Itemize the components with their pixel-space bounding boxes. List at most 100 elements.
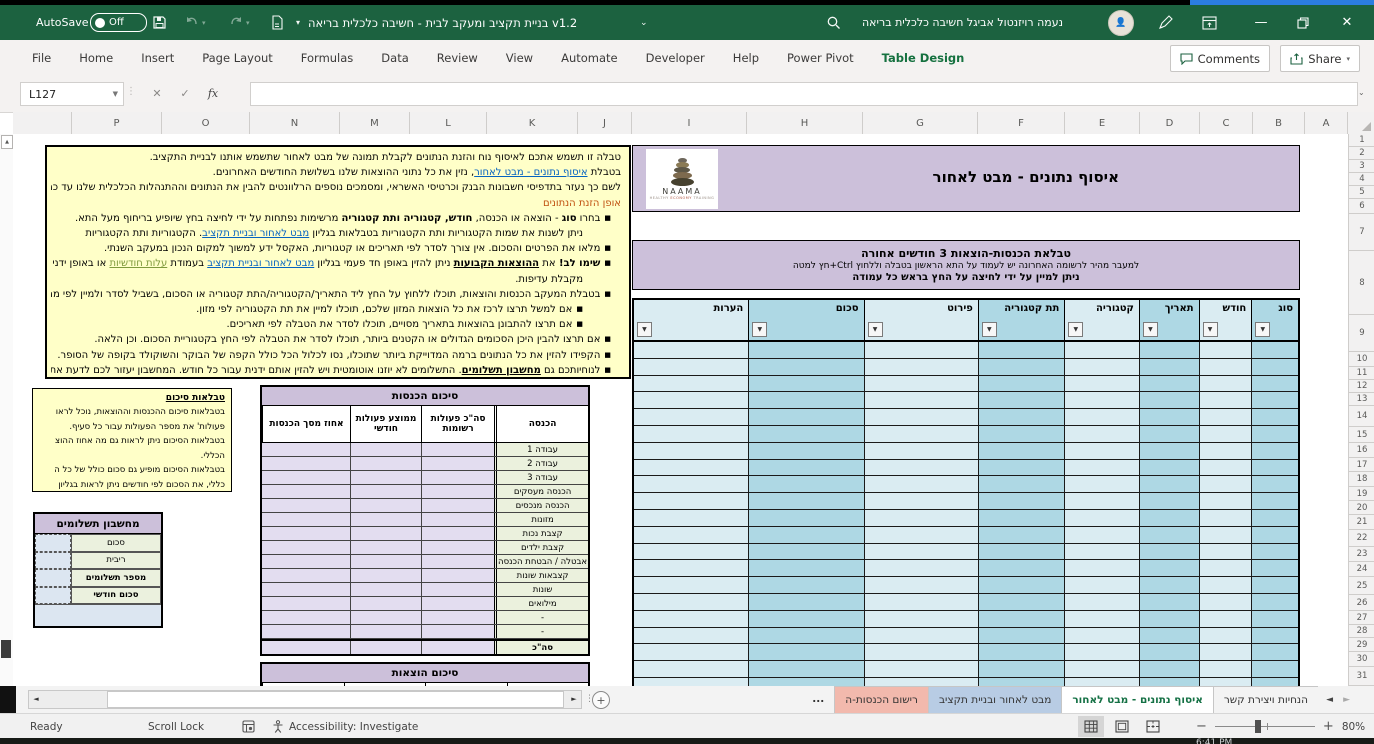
table-cell[interactable]	[1064, 611, 1139, 627]
row-header-17[interactable]: 17	[1349, 458, 1374, 472]
table-cell[interactable]	[748, 376, 863, 392]
income-cell[interactable]	[262, 541, 350, 554]
table-cell[interactable]	[864, 409, 978, 425]
table-cell[interactable]	[864, 611, 978, 627]
table-cell[interactable]	[748, 443, 863, 459]
table-cell[interactable]	[978, 560, 1064, 576]
table-cell[interactable]	[978, 628, 1064, 644]
quick-access-toolbar-caret[interactable]: ▾	[296, 5, 300, 40]
table-cell[interactable]	[1064, 644, 1139, 660]
table-cell[interactable]	[864, 527, 978, 543]
table-cell[interactable]	[748, 611, 863, 627]
table-cell[interactable]	[1139, 443, 1199, 459]
name-box-caret-icon[interactable]: ▼	[113, 90, 118, 98]
income-cell[interactable]	[350, 443, 421, 456]
table-cell[interactable]	[864, 510, 978, 526]
table-cell[interactable]	[1251, 644, 1298, 660]
income-cell[interactable]	[421, 597, 494, 610]
table-cell[interactable]	[1199, 611, 1252, 627]
redo-button[interactable]: ▾	[228, 5, 250, 40]
scroll-right-arrow-icon[interactable]: ►	[567, 691, 581, 706]
column-header-clipped[interactable]	[13, 112, 72, 134]
undo-button[interactable]: ▾	[184, 5, 206, 40]
table-cell[interactable]	[1251, 342, 1298, 358]
table-cell[interactable]	[1199, 527, 1252, 543]
table-cell[interactable]	[1199, 359, 1252, 375]
column-header-B[interactable]: B	[1253, 112, 1305, 134]
user-name[interactable]: נעמה רויזנטול אביגל חשיבה כלכלית בריאה	[862, 5, 1063, 40]
table-cell[interactable]	[1139, 493, 1199, 509]
income-cell[interactable]	[350, 583, 421, 596]
table-cell[interactable]	[1251, 544, 1298, 560]
table-cell[interactable]	[1251, 409, 1298, 425]
row-header-7[interactable]: 7	[1349, 214, 1374, 251]
table-cell[interactable]	[748, 594, 863, 610]
table-cell[interactable]	[1199, 476, 1252, 492]
ribbon-tab-help[interactable]: Help	[719, 40, 773, 76]
row-header-13[interactable]: 13	[1349, 393, 1374, 406]
column-header-O[interactable]: O	[162, 112, 250, 134]
table-cell[interactable]	[748, 628, 863, 644]
table-cell[interactable]	[1139, 577, 1199, 593]
inking-pen-icon[interactable]	[1158, 5, 1173, 40]
ribbon-tab-formulas[interactable]: Formulas	[287, 40, 368, 76]
row-header-15[interactable]: 15	[1349, 427, 1374, 443]
sheet-tab-blue[interactable]: מבט לאחור ובניית תקציב	[928, 686, 1061, 713]
sheet-tab-pink[interactable]: רישום הכנסות-ה	[834, 686, 928, 713]
table-cell[interactable]	[978, 493, 1064, 509]
row-header-2[interactable]: 2	[1349, 147, 1374, 160]
table-cell[interactable]	[1064, 544, 1139, 560]
table-cell[interactable]	[748, 493, 863, 509]
filter-dropdown-icon[interactable]: ▼	[752, 322, 767, 337]
table-cell[interactable]	[634, 510, 748, 526]
income-cell[interactable]	[421, 641, 494, 654]
column-header-H[interactable]: H	[747, 112, 863, 134]
table-cell[interactable]	[864, 392, 978, 408]
table-cell[interactable]	[864, 544, 978, 560]
ribbon-tab-automate[interactable]: Automate	[547, 40, 632, 76]
filter-dropdown-icon[interactable]: ▼	[1203, 322, 1218, 337]
sheet-nav-arrows[interactable]: ◄►	[1318, 686, 1358, 713]
filter-dropdown-icon[interactable]: ▼	[1255, 322, 1270, 337]
income-cell[interactable]	[262, 499, 350, 512]
table-cell[interactable]	[1064, 493, 1139, 509]
table-cell[interactable]	[634, 392, 748, 408]
table-cell[interactable]	[1199, 560, 1252, 576]
row-header-14[interactable]: 14	[1349, 406, 1374, 427]
income-cell[interactable]	[350, 569, 421, 582]
table-cell[interactable]	[978, 342, 1064, 358]
income-cell[interactable]	[350, 457, 421, 470]
table-cell[interactable]	[1064, 426, 1139, 442]
table-cell[interactable]	[1251, 577, 1298, 593]
table-cell[interactable]	[748, 644, 863, 660]
table-cell[interactable]	[1199, 678, 1252, 686]
income-cell[interactable]	[421, 611, 494, 624]
table-cell[interactable]	[864, 359, 978, 375]
table-cell[interactable]	[1139, 510, 1199, 526]
enter-button[interactable]: ✓	[172, 82, 198, 104]
ribbon-display-options-icon[interactable]	[1202, 5, 1217, 40]
table-cell[interactable]	[1139, 460, 1199, 476]
income-cell[interactable]	[262, 485, 350, 498]
autosave-toggle[interactable]: Off	[90, 5, 147, 40]
income-cell[interactable]	[421, 527, 494, 540]
table-cell[interactable]	[1064, 678, 1139, 686]
table-cell[interactable]	[634, 359, 748, 375]
table-cell[interactable]	[1199, 544, 1252, 560]
table-cell[interactable]	[1064, 560, 1139, 576]
income-cell[interactable]	[421, 499, 494, 512]
income-cell[interactable]	[421, 485, 494, 498]
income-cell[interactable]	[421, 541, 494, 554]
scroll-left-arrow-icon[interactable]: ◄	[29, 691, 43, 706]
ribbon-tab-file[interactable]: File	[18, 40, 65, 76]
table-cell[interactable]	[634, 460, 748, 476]
income-cell[interactable]	[350, 641, 421, 654]
scrollbar-grip-dots[interactable]: ⋮	[585, 694, 595, 704]
table-cell[interactable]	[634, 560, 748, 576]
table-cell[interactable]	[864, 493, 978, 509]
column-header-E[interactable]: E	[1065, 112, 1140, 134]
share-button[interactable]: Share ▾	[1280, 45, 1360, 72]
save-button[interactable]	[152, 5, 167, 40]
table-cell[interactable]	[1064, 661, 1139, 677]
table-cell[interactable]	[1139, 476, 1199, 492]
